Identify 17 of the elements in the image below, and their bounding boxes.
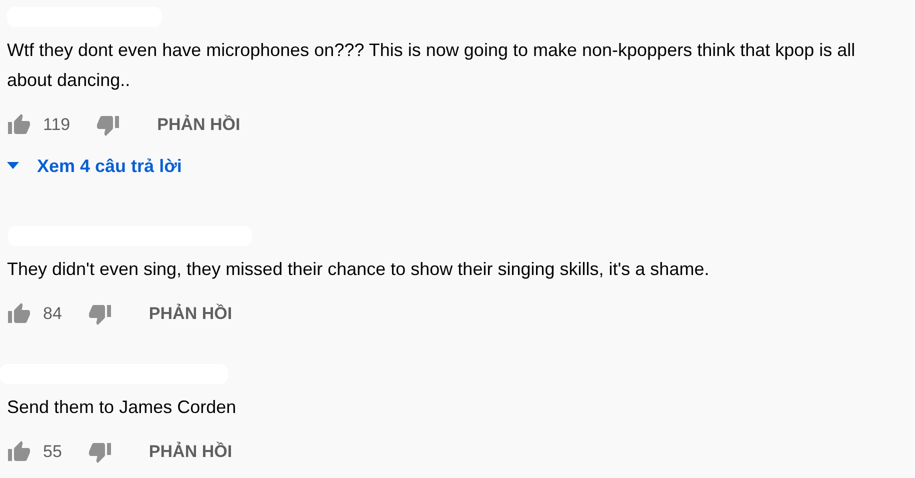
- reply-button[interactable]: PHẢN HỒI: [148, 442, 232, 462]
- like-count: 119: [43, 115, 70, 135]
- comment-text: Wtf they dont even have microphones on??? This is now going to make non-kpoppers think that kpop is all about dancing..: [7, 39, 856, 92]
- view-replies-link[interactable]: Xem 4 câu trả lời: [7, 151, 907, 181]
- reply-button[interactable]: PHẢN HỒI: [157, 115, 240, 135]
- caret-icon: [7, 162, 19, 170]
- thumbs-down-icon[interactable]: [96, 113, 120, 137]
- thumbs-up-icon[interactable]: [7, 440, 31, 464]
- like-count: 55: [43, 442, 62, 462]
- thumbs-down-icon[interactable]: [88, 440, 112, 464]
- comment-text: They didn't even sing, they missed their chance to show their singing skills, it's a shame.: [7, 258, 710, 281]
- thumbs-down-icon[interactable]: [88, 302, 112, 326]
- comment-text: Send them to James Corden: [7, 396, 238, 419]
- thumbs-up-icon[interactable]: [7, 302, 31, 326]
- reply-button[interactable]: PHẢN HỒI: [148, 304, 232, 324]
- like-count: 84: [43, 304, 62, 324]
- thumbs-up-icon[interactable]: [7, 113, 31, 137]
